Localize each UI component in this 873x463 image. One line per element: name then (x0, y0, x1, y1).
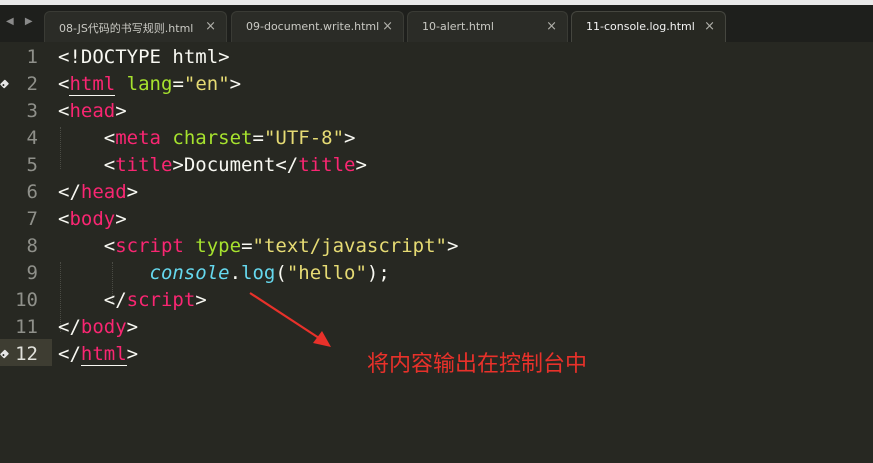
annotation-arrow-icon (249, 292, 331, 347)
